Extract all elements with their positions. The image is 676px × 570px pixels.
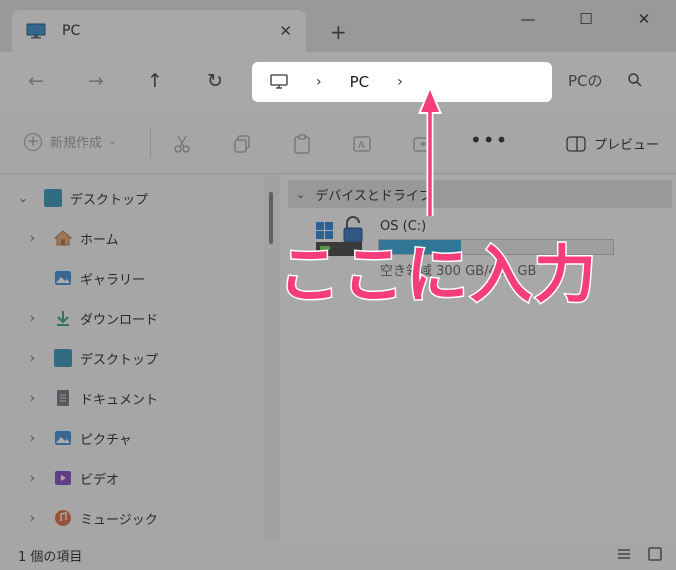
document-icon (57, 390, 69, 406)
tab-pc[interactable]: PC ✕ (12, 10, 306, 52)
sidebar-item-label: ドキュメント (80, 392, 159, 408)
up-button[interactable]: ↑ (143, 70, 167, 94)
chevron-right-icon[interactable]: › (30, 391, 35, 405)
sidebar-item-home[interactable]: › ホーム (0, 225, 260, 251)
tab-title: PC (62, 23, 81, 39)
gallery-icon (55, 271, 71, 285)
tiles-view-icon[interactable] (647, 546, 663, 562)
music-icon (55, 510, 71, 526)
preview-pane-icon (566, 135, 586, 152)
navigation-pane: ⌄ デスクトップ › ホーム ギャラリー › ダウンロード › デスクトップ ›… (0, 175, 262, 540)
monitor-icon (26, 23, 46, 39)
sidebar-item-label: ミュージック (80, 512, 158, 528)
item-count: 1 個の項目 (18, 550, 83, 565)
status-bar: 1 個の項目 (0, 540, 676, 570)
back-button[interactable]: ← (24, 70, 48, 94)
sidebar-item-desktop-root[interactable]: ⌄ デスクトップ (0, 185, 260, 211)
close-window-button[interactable]: ✕ (634, 10, 654, 30)
chevron-down-icon: ⌄ (296, 187, 306, 201)
more-options-button[interactable]: ••• (470, 128, 508, 152)
paste-icon[interactable] (292, 134, 312, 154)
sidebar-item-label: ピクチャ (80, 432, 132, 448)
sidebar-item-music[interactable]: › ミュージック (0, 505, 260, 531)
sidebar-item-desktop[interactable]: › デスクトップ (0, 345, 260, 371)
minimize-button[interactable]: — (518, 10, 538, 30)
annotation-label: ここに入力 (276, 237, 599, 313)
breadcrumb-separator[interactable]: › (397, 74, 403, 90)
sidebar-item-label: ビデオ (80, 472, 120, 488)
rename-icon[interactable]: A (352, 134, 372, 154)
desktop-icon (54, 349, 72, 367)
details-view-icon[interactable] (616, 546, 632, 562)
toolbar-divider (150, 128, 151, 158)
annotation-arrow-icon (418, 86, 442, 216)
sidebar-item-label: ギャラリー (80, 272, 146, 288)
chevron-right-icon[interactable]: › (30, 231, 35, 245)
cut-icon[interactable] (172, 134, 192, 154)
desktop-folder-icon (44, 189, 62, 207)
breadcrumb-pc[interactable]: PC (350, 73, 370, 91)
chevron-down-icon[interactable]: ⌄ (18, 191, 28, 205)
sidebar-item-documents[interactable]: › ドキュメント (0, 385, 260, 411)
pictures-icon (55, 431, 71, 445)
chevron-right-icon[interactable]: › (30, 431, 35, 445)
sidebar-scrollbar-thumb[interactable] (269, 192, 273, 244)
videos-icon (55, 471, 71, 485)
sidebar-item-label: ホーム (80, 232, 119, 248)
copy-icon[interactable] (232, 134, 252, 154)
chevron-right-icon[interactable]: › (30, 311, 35, 325)
sidebar-item-pictures[interactable]: › ピクチャ (0, 425, 260, 451)
new-tab-button[interactable]: + (330, 20, 347, 44)
download-icon (57, 311, 69, 326)
home-icon (54, 230, 72, 246)
sidebar-item-videos[interactable]: › ビデオ (0, 465, 260, 491)
breadcrumb-separator[interactable]: › (316, 74, 322, 90)
new-button[interactable]: + 新規作成 ⌄ (24, 132, 116, 151)
maximize-button[interactable]: ☐ (576, 10, 596, 30)
plus-icon: + (24, 132, 42, 151)
address-bar[interactable]: › PC › (252, 62, 552, 102)
close-tab-icon[interactable]: ✕ (279, 22, 292, 40)
chevron-right-icon[interactable]: › (30, 471, 35, 485)
search-icon[interactable] (627, 72, 643, 88)
svg-text:A: A (358, 140, 365, 151)
chevron-down-icon: ⌄ (108, 136, 117, 147)
command-toolbar: + 新規作成 ⌄ A ••• プレビュー (0, 112, 676, 174)
forward-button[interactable]: → (84, 70, 108, 94)
title-bar: PC ✕ + — ☐ ✕ (0, 0, 676, 52)
chevron-right-icon[interactable]: › (30, 511, 35, 525)
sidebar-item-downloads[interactable]: › ダウンロード (0, 305, 260, 331)
new-button-label: 新規作成 (50, 136, 103, 151)
group-header-devices[interactable]: ⌄ デバイスとドライブ (288, 180, 672, 208)
search-input[interactable]: PCの (568, 70, 603, 91)
sidebar-item-label: デスクトップ (80, 352, 159, 368)
preview-button[interactable]: プレビュー (566, 134, 659, 153)
computer-icon (270, 74, 288, 89)
sidebar-item-gallery[interactable]: ギャラリー (0, 265, 260, 291)
sidebar-item-label: ダウンロード (80, 312, 159, 328)
preview-label: プレビュー (594, 138, 660, 153)
sidebar-item-label: デスクトップ (70, 192, 149, 208)
chevron-right-icon[interactable]: › (30, 351, 35, 365)
refresh-button[interactable]: ↻ (203, 70, 227, 94)
